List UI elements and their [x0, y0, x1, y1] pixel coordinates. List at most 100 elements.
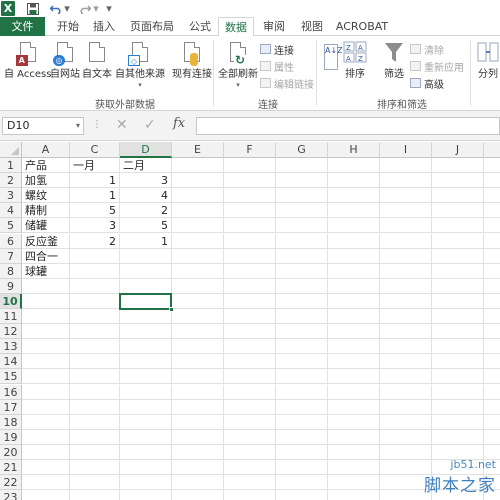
cell-F14[interactable] — [224, 354, 276, 370]
row-header-5[interactable]: 5 — [0, 218, 22, 234]
row-header-9[interactable]: 9 — [0, 278, 22, 294]
cell-A14[interactable] — [22, 354, 70, 370]
cell-E6[interactable] — [172, 233, 224, 249]
cell-C13[interactable] — [70, 339, 120, 355]
enter-icon[interactable]: ✓ — [144, 117, 156, 133]
cell-J6[interactable] — [432, 233, 484, 249]
from-access-button[interactable]: A 自 Access — [4, 40, 51, 81]
cell-C3[interactable]: 1 — [70, 188, 120, 204]
cell-H11[interactable] — [328, 309, 380, 324]
cell-G12[interactable] — [276, 324, 328, 340]
cell-I5[interactable] — [380, 218, 432, 234]
cell-C21[interactable] — [70, 460, 120, 475]
cell-I10[interactable] — [380, 293, 432, 309]
row-header-12[interactable]: 12 — [0, 324, 22, 340]
cell-H3[interactable] — [328, 188, 380, 204]
row-header-16[interactable]: 16 — [0, 384, 22, 400]
cell-C20[interactable] — [70, 444, 120, 460]
cell-F11[interactable] — [224, 309, 276, 324]
cell-J17[interactable] — [432, 399, 484, 415]
column-header-H[interactable]: H — [328, 142, 380, 158]
connections-button[interactable]: 连接 — [260, 42, 294, 57]
cell-I12[interactable] — [380, 324, 432, 340]
cell-E10[interactable] — [172, 293, 224, 309]
cell-C6[interactable]: 2 — [70, 233, 120, 249]
insert-function-button[interactable]: fx — [173, 116, 185, 131]
cell-E15[interactable] — [172, 369, 224, 385]
cell-F5[interactable] — [224, 218, 276, 234]
cell-A9[interactable] — [22, 278, 70, 294]
cell-A8[interactable]: 球罐 — [22, 263, 70, 279]
column-header-next[interactable] — [484, 142, 500, 158]
row-header-3[interactable]: 3 — [0, 188, 22, 204]
cell-A2[interactable]: 加氢 — [22, 173, 70, 189]
column-header-J[interactable]: J — [432, 142, 484, 158]
cell-C16[interactable] — [70, 384, 120, 400]
refresh-all-button[interactable]: ↻ 全部刷新 ▾ — [218, 40, 258, 89]
cell-A18[interactable] — [22, 414, 70, 430]
cell-D21[interactable] — [120, 460, 172, 475]
cell-E8[interactable] — [172, 263, 224, 279]
cell-G17[interactable] — [276, 399, 328, 415]
cell-F17[interactable] — [224, 399, 276, 415]
cell-F10[interactable] — [224, 293, 276, 309]
cell-J10[interactable] — [432, 293, 484, 309]
cell-C5[interactable]: 3 — [70, 218, 120, 234]
cell-H23[interactable] — [328, 490, 380, 500]
cell-next1[interactable] — [484, 158, 500, 173]
cell-C8[interactable] — [70, 263, 120, 279]
cell-D9[interactable] — [120, 278, 172, 294]
cell-J11[interactable] — [432, 309, 484, 324]
redo-icon[interactable] — [78, 1, 92, 16]
row-header-14[interactable]: 14 — [0, 354, 22, 370]
cell-J14[interactable] — [432, 354, 484, 370]
cell-F6[interactable] — [224, 233, 276, 249]
cell-E1[interactable] — [172, 158, 224, 173]
cell-G6[interactable] — [276, 233, 328, 249]
cell-H20[interactable] — [328, 444, 380, 460]
cell-A1[interactable]: 产品 — [22, 158, 70, 173]
cell-A17[interactable] — [22, 399, 70, 415]
cell-C9[interactable] — [70, 278, 120, 294]
cell-A4[interactable]: 精制 — [22, 203, 70, 219]
cell-F15[interactable] — [224, 369, 276, 385]
cell-A16[interactable] — [22, 384, 70, 400]
cell-H15[interactable] — [328, 369, 380, 385]
cell-H21[interactable] — [328, 460, 380, 475]
cell-J16[interactable] — [432, 384, 484, 400]
cell-E17[interactable] — [172, 399, 224, 415]
cell-J3[interactable] — [432, 188, 484, 204]
row-header-11[interactable]: 11 — [0, 309, 22, 324]
text-to-columns-button[interactable]: 分列 — [476, 40, 500, 81]
cell-C10[interactable] — [70, 293, 120, 309]
cell-A22[interactable] — [22, 475, 70, 491]
cell-E20[interactable] — [172, 444, 224, 460]
cell-H13[interactable] — [328, 339, 380, 355]
cell-D14[interactable] — [120, 354, 172, 370]
cell-next4[interactable] — [484, 203, 500, 219]
tab-view[interactable]: 视图 — [296, 17, 328, 36]
cell-I13[interactable] — [380, 339, 432, 355]
row-header-15[interactable]: 15 — [0, 369, 22, 385]
cell-C17[interactable] — [70, 399, 120, 415]
cell-E16[interactable] — [172, 384, 224, 400]
row-header-21[interactable]: 21 — [0, 460, 22, 475]
tab-formulas[interactable]: 公式 — [184, 17, 216, 36]
cell-F19[interactable] — [224, 429, 276, 445]
cell-J7[interactable] — [432, 248, 484, 264]
cell-I15[interactable] — [380, 369, 432, 385]
cell-E23[interactable] — [172, 490, 224, 500]
cell-G13[interactable] — [276, 339, 328, 355]
cell-J5[interactable] — [432, 218, 484, 234]
filter-button[interactable]: 筛选 — [382, 40, 406, 81]
cell-C23[interactable] — [70, 490, 120, 500]
cell-next13[interactable] — [484, 339, 500, 355]
cell-A20[interactable] — [22, 444, 70, 460]
cell-I18[interactable] — [380, 414, 432, 430]
cell-F20[interactable] — [224, 444, 276, 460]
cell-D18[interactable] — [120, 414, 172, 430]
cell-D2[interactable]: 3 — [120, 173, 172, 189]
cell-D20[interactable] — [120, 444, 172, 460]
cell-E9[interactable] — [172, 278, 224, 294]
row-header-13[interactable]: 13 — [0, 339, 22, 355]
